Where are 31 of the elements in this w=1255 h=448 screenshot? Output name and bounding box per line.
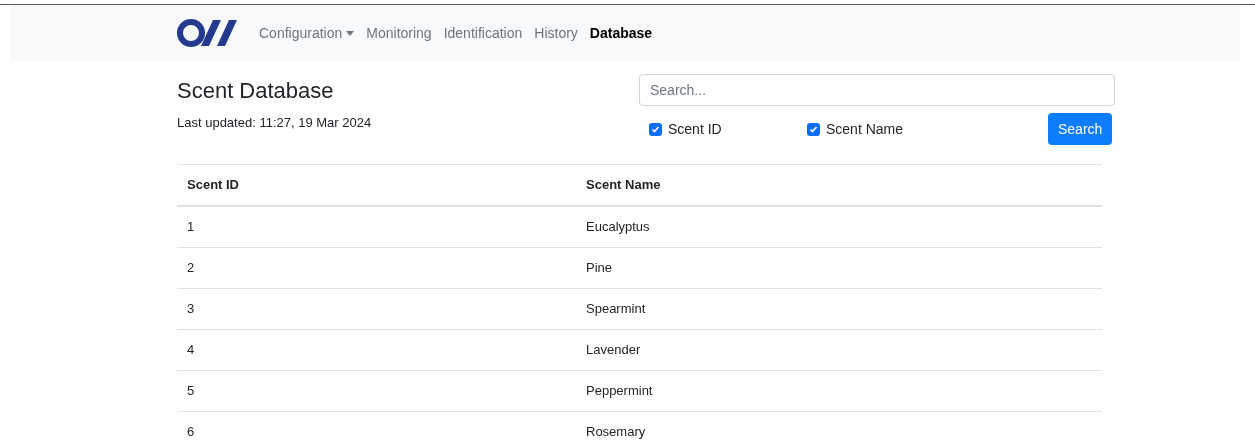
table-cell-text: Peppermint bbox=[585, 382, 653, 401]
column-header: Scent ID bbox=[186, 176, 240, 195]
table-cell-text: 4 bbox=[186, 341, 196, 360]
nav-link[interactable]: Configuration bbox=[259, 22, 355, 44]
caret-icon bbox=[346, 30, 355, 36]
search-button[interactable]: Search bbox=[1048, 113, 1113, 145]
check-icon bbox=[809, 124, 818, 134]
table-cell-text: Eucalyptus bbox=[585, 218, 650, 237]
last-updated-text: Last updated: 11:27, 19 Mar 2024 bbox=[177, 114, 373, 132]
checkbox[interactable] bbox=[807, 122, 820, 136]
checkbox[interactable] bbox=[649, 122, 662, 136]
table-cell-text: Spearmint bbox=[585, 300, 646, 319]
checkbox-label: Scent ID bbox=[668, 119, 722, 139]
check-icon bbox=[651, 124, 660, 134]
search-field[interactable]: Search... bbox=[639, 74, 1115, 106]
nav-link[interactable]: Database bbox=[589, 22, 653, 44]
table-cell-text: Lavender bbox=[585, 341, 641, 360]
table-cell-text: 5 bbox=[186, 382, 196, 401]
table-cell-text: Pine bbox=[585, 259, 613, 278]
table-cell-text: 6 bbox=[186, 423, 196, 442]
nav-link[interactable]: Monitoring bbox=[366, 22, 432, 44]
table-cell-text: 2 bbox=[186, 259, 196, 278]
table-cell-text: 1 bbox=[186, 218, 196, 237]
nav-link[interactable]: History bbox=[534, 22, 578, 44]
logo-icon bbox=[177, 18, 239, 48]
table-cell-text: 3 bbox=[186, 300, 196, 319]
table-cell-text: Rosemary bbox=[585, 423, 646, 442]
page-title: Scent Database bbox=[177, 77, 335, 105]
checkbox-label: Scent Name bbox=[826, 119, 904, 139]
column-header: Scent Name bbox=[585, 176, 661, 195]
nav-link[interactable]: Identification bbox=[443, 22, 523, 44]
